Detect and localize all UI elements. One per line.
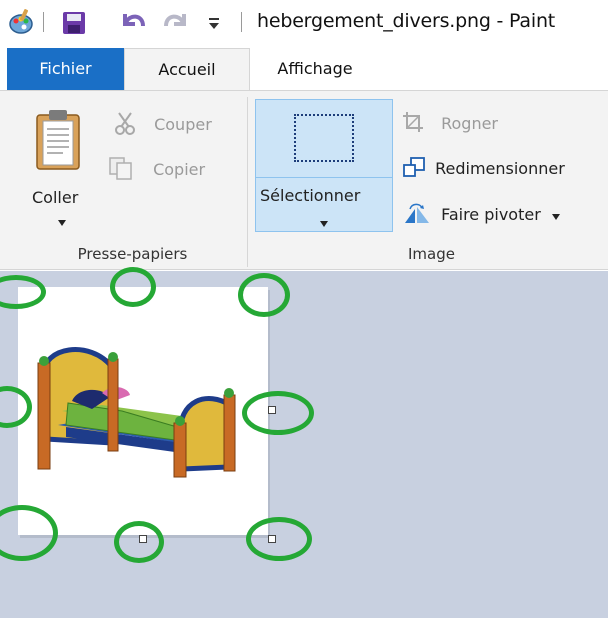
annotation-circle — [110, 267, 156, 307]
annotation-circle — [238, 273, 290, 317]
paint-palette-icon[interactable] — [8, 8, 34, 41]
resize-icon — [402, 156, 428, 182]
ribbon: Coller Couper Copier Presse-papiers Séle… — [0, 90, 608, 270]
canvas-workspace[interactable] — [0, 267, 608, 618]
toolbar-separator — [241, 12, 242, 32]
crop-button[interactable]: Rogner — [402, 111, 498, 137]
tab-affichage[interactable]: Affichage — [250, 48, 380, 90]
undo-arrow-icon[interactable] — [119, 10, 147, 41]
group-separator — [247, 97, 248, 267]
toolbar-separator — [43, 12, 44, 32]
clipboard-icon — [35, 109, 81, 175]
chevron-down-icon — [57, 212, 67, 231]
annotation-circle — [246, 517, 312, 561]
cut-label: Couper — [154, 114, 212, 134]
crop-icon — [402, 111, 428, 137]
rotate-label: Faire pivoter — [441, 204, 541, 224]
dropdown-arrow-icon[interactable] — [207, 15, 221, 36]
chevron-down-icon — [551, 206, 561, 225]
resize-label: Redimensionner — [435, 158, 565, 178]
resize-button[interactable]: Redimensionner — [402, 156, 565, 182]
scissors-icon — [115, 111, 141, 139]
redo-arrow-icon[interactable] — [162, 10, 190, 41]
selection-rectangle-icon — [294, 114, 354, 162]
tab-fichier[interactable]: Fichier — [7, 48, 124, 90]
image-group-label: Image — [408, 245, 455, 263]
annotation-circle — [242, 391, 314, 435]
floppy-disk-icon[interactable] — [62, 11, 86, 40]
chevron-down-icon — [319, 213, 329, 232]
crop-label: Rogner — [441, 113, 498, 133]
paste-label: Coller — [32, 188, 79, 207]
tab-accueil[interactable]: Accueil — [124, 48, 250, 92]
copy-label: Copier — [153, 159, 206, 179]
rotate-button[interactable]: Faire pivoter — [402, 201, 561, 229]
select-top-area[interactable] — [256, 100, 392, 178]
annotation-circle — [114, 521, 164, 563]
ribbon-tabs: Fichier Accueil Affichage — [0, 48, 608, 92]
select-label: Sélectionner — [260, 186, 361, 205]
select-button[interactable]: Sélectionner — [255, 99, 393, 232]
paste-button[interactable]: Coller — [20, 99, 105, 234]
clipboard-group-label: Presse-papiers — [77, 245, 188, 263]
bed-image — [32, 339, 242, 484]
copy-pages-icon — [108, 156, 140, 184]
window-title: hebergement_divers.png - Paint — [257, 10, 556, 32]
copy-button[interactable]: Copier — [108, 156, 205, 184]
cut-button[interactable]: Couper — [115, 111, 212, 139]
image-canvas[interactable] — [18, 287, 268, 535]
rotate-icon — [402, 201, 434, 229]
title-bar: hebergement_divers.png - Paint — [0, 0, 608, 48]
